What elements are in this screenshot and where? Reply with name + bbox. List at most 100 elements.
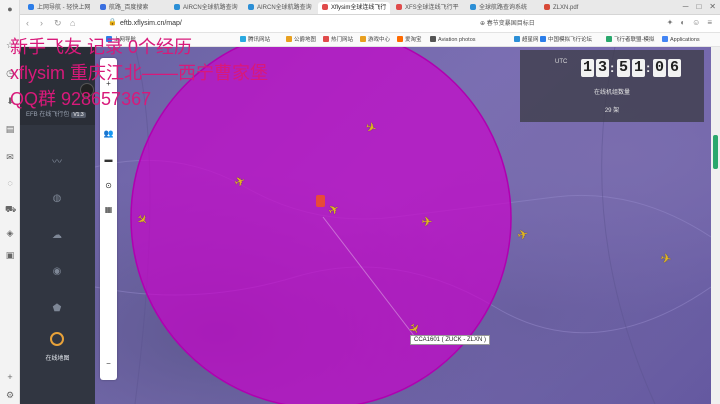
drop-icon[interactable]: ◍ <box>51 193 63 205</box>
tab-3[interactable]: AIRCN全球航路查询 <box>244 2 316 14</box>
bookmark-label: Aviation photos <box>438 37 476 43</box>
tag-icon[interactable]: ⬟ <box>51 303 63 315</box>
close-icon[interactable]: ✕ <box>709 2 716 11</box>
game-icon[interactable]: ◈ <box>5 228 15 238</box>
bookmark-5[interactable]: 爱淘宝 <box>397 35 422 45</box>
overlay-text-line-2: xflysim 重庆江北——西宁曹家堡 <box>10 63 268 83</box>
bookmark-6[interactable]: Aviation photos <box>430 35 476 45</box>
clock-digit: 1 <box>581 59 594 77</box>
overlay-text-line-3: QQ群 928657367 <box>10 89 152 109</box>
sidebar-item-online-map[interactable]: 在线地图 <box>20 328 95 368</box>
minimize-icon[interactable]: ─ <box>683 2 689 11</box>
tab-2[interactable]: AIRCN全球航路查询 <box>170 2 242 14</box>
chart-icon[interactable]: 〰 <box>51 157 63 169</box>
clock-digit: 6 <box>668 59 681 77</box>
bookmark-1[interactable]: 腾讯网站 <box>240 35 270 45</box>
favicon <box>360 36 366 42</box>
forward-icon[interactable]: › <box>40 18 43 28</box>
bookmark-9[interactable]: 飞行者联盟-模拟 <box>606 35 654 45</box>
clock-colon: : <box>610 60 615 75</box>
home-icon[interactable]: ⌂ <box>70 18 75 28</box>
globe-icon[interactable]: ◉ <box>51 266 63 278</box>
url-input[interactable]: eftb.xflysim.cn/map/ <box>120 18 182 30</box>
tab-label: Xflysim全球连线飞行 <box>331 5 387 11</box>
mail-icon[interactable]: ✉ <box>5 152 15 162</box>
group-icon[interactable]: 👥 <box>103 128 114 139</box>
zoom-out-icon[interactable]: − <box>103 358 114 369</box>
bookmark-8[interactable]: 中国模拟飞行论坛 <box>540 35 592 45</box>
bookmark-4[interactable]: 游戏中心 <box>360 35 390 45</box>
tab-label: ZLXN.pdf <box>553 5 579 11</box>
back-icon[interactable]: ‹ <box>26 18 29 28</box>
airport-range-circle <box>130 47 512 404</box>
airport-marker[interactable] <box>316 195 325 207</box>
overlay-text-line-1: 新手飞友 记录 0个经历 <box>10 37 193 57</box>
favicon <box>470 4 476 10</box>
sidebar-item-label: 在线地图 <box>45 356 70 362</box>
page-scrollbar[interactable] <box>711 47 720 404</box>
favicon <box>323 36 329 42</box>
favicon <box>540 36 546 42</box>
bookmark-label: 中国模拟飞行论坛 <box>548 37 593 43</box>
favicon <box>397 36 403 42</box>
translate-icon[interactable]: ◐ <box>680 18 685 27</box>
tab-label: 上网导航 - 轻快上网 <box>37 5 91 11</box>
favicon <box>174 4 180 10</box>
bookmark-3[interactable]: 热门网站 <box>323 35 353 45</box>
tab-1[interactable]: 航路_百度搜索 <box>96 2 168 14</box>
tab-6[interactable]: 全球航路查询系统 <box>466 2 538 14</box>
browser-logo-icon[interactable]: ● <box>5 4 15 14</box>
briefcase-icon[interactable]: ▬ <box>103 154 114 165</box>
cart-icon[interactable]: ⛟ <box>5 204 16 214</box>
bookmark-label: 热门网站 <box>331 37 354 43</box>
favicon <box>430 36 436 42</box>
address-bar: ‹ › ↻ ⌂ 🔒 eftb.xflysim.cn/map/ ⊕ 春节变暴国目标… <box>20 15 720 33</box>
app-header: EFB 在线飞行包 V1.3 <box>20 47 95 125</box>
browser-tools: ✦ ◐ ☺ ≡ <box>660 18 712 27</box>
search-hint: 春节变暴国目标日 <box>486 21 535 27</box>
lock-icon: 🔒 <box>108 19 117 26</box>
aircraft-callsign-label[interactable]: CCA1601 ( ZUCK - ZLXN ) <box>410 335 491 345</box>
settings-icon[interactable]: ⚙ <box>5 390 15 400</box>
refresh-icon[interactable]: ↻ <box>54 18 62 29</box>
tab-label: AIRCN全球航路查询 <box>183 5 238 11</box>
tab-7[interactable]: ZLXN.pdf <box>540 2 600 14</box>
cloud-icon[interactable]: ☁ <box>51 230 63 242</box>
maximize-icon[interactable]: □ <box>696 2 701 11</box>
favicon <box>544 4 550 10</box>
radar-icon <box>50 332 64 346</box>
tab-0[interactable]: 上网导航 - 轻快上网 <box>24 2 94 14</box>
scroll-thumb[interactable] <box>713 135 718 169</box>
favicon <box>286 36 292 42</box>
utc-clock-panel: UTC 1 3 : 5 1 : 0 6 在线机组数量 29 架 <box>520 50 704 122</box>
chat-icon[interactable]: ◌ <box>5 178 15 188</box>
notes-icon[interactable]: ▤ <box>5 124 15 134</box>
location-icon[interactable]: ⊙ <box>103 180 114 191</box>
tab-active[interactable]: Xflysim全球连线飞行 <box>318 2 390 14</box>
favicon <box>662 36 668 42</box>
extension-icon[interactable]: ✦ <box>667 18 674 27</box>
bag-icon[interactable]: ▣ <box>5 250 15 260</box>
bookmark-7[interactable]: 超星网 <box>514 35 539 45</box>
window-controls: ─ □ ✕ <box>675 2 716 11</box>
favicon <box>28 4 34 10</box>
favicon <box>100 4 106 10</box>
clock-colon: : <box>646 60 651 75</box>
bookmark-label: 爱淘宝 <box>405 37 422 43</box>
user-icon[interactable]: ☺ <box>692 18 700 27</box>
bookmark-label: 超星网 <box>522 37 539 43</box>
online-count-label: 在线机组数量 <box>593 90 630 96</box>
tab-5[interactable]: XFS全球连线飞行平 <box>392 2 464 14</box>
clock-digit: 0 <box>653 59 666 77</box>
aircraft-icon[interactable]: ✈ <box>658 250 674 267</box>
bookmark-label: 飞行者联盟-模拟 <box>614 37 655 43</box>
calendar-icon[interactable]: ▦ <box>103 204 114 215</box>
add-icon[interactable]: + <box>5 372 15 382</box>
menu-icon[interactable]: ≡ <box>707 18 712 27</box>
bookmark-10[interactable]: Applications <box>662 35 700 45</box>
bookmark-2[interactable]: 公爵地图 <box>286 35 316 45</box>
aircraft-icon[interactable]: ✈ <box>420 215 434 229</box>
favicon <box>322 4 328 10</box>
search-suggestion[interactable]: ⊕ 春节变暴国目标日 <box>480 18 535 30</box>
tab-label: 航路_百度搜索 <box>109 5 149 11</box>
